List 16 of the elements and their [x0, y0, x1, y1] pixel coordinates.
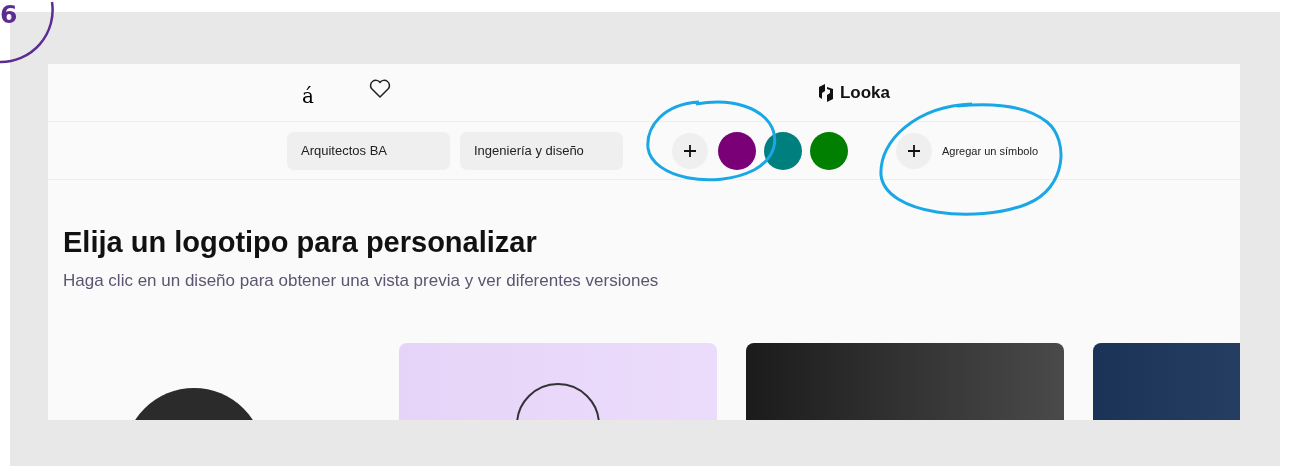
color-swatch[interactable]	[718, 131, 756, 170]
color-swatch[interactable]	[764, 131, 802, 170]
plus-icon	[683, 143, 697, 158]
add-symbol-button[interactable]: Agregar un símbolo	[896, 132, 1038, 169]
brand-name: Looka	[839, 82, 890, 103]
logo-icon	[816, 82, 835, 103]
page-title: Elija un logotipo para personalizar	[63, 225, 538, 259]
heart-icon[interactable]	[368, 78, 391, 99]
step-number: 6	[0, 0, 18, 30]
plus-icon	[907, 143, 921, 158]
filter-chip[interactable]: Ingeniería y diseño	[460, 131, 623, 170]
add-color-button[interactable]	[672, 132, 708, 169]
page-subtitle: Haga clic en un diseño para obtener una vista previa y ver diferentes versiones	[63, 271, 660, 291]
filter-chip[interactable]: Arquitectos BA	[287, 131, 450, 170]
font-glyph-icon[interactable]: á	[302, 83, 314, 108]
color-swatch[interactable]	[810, 131, 848, 170]
